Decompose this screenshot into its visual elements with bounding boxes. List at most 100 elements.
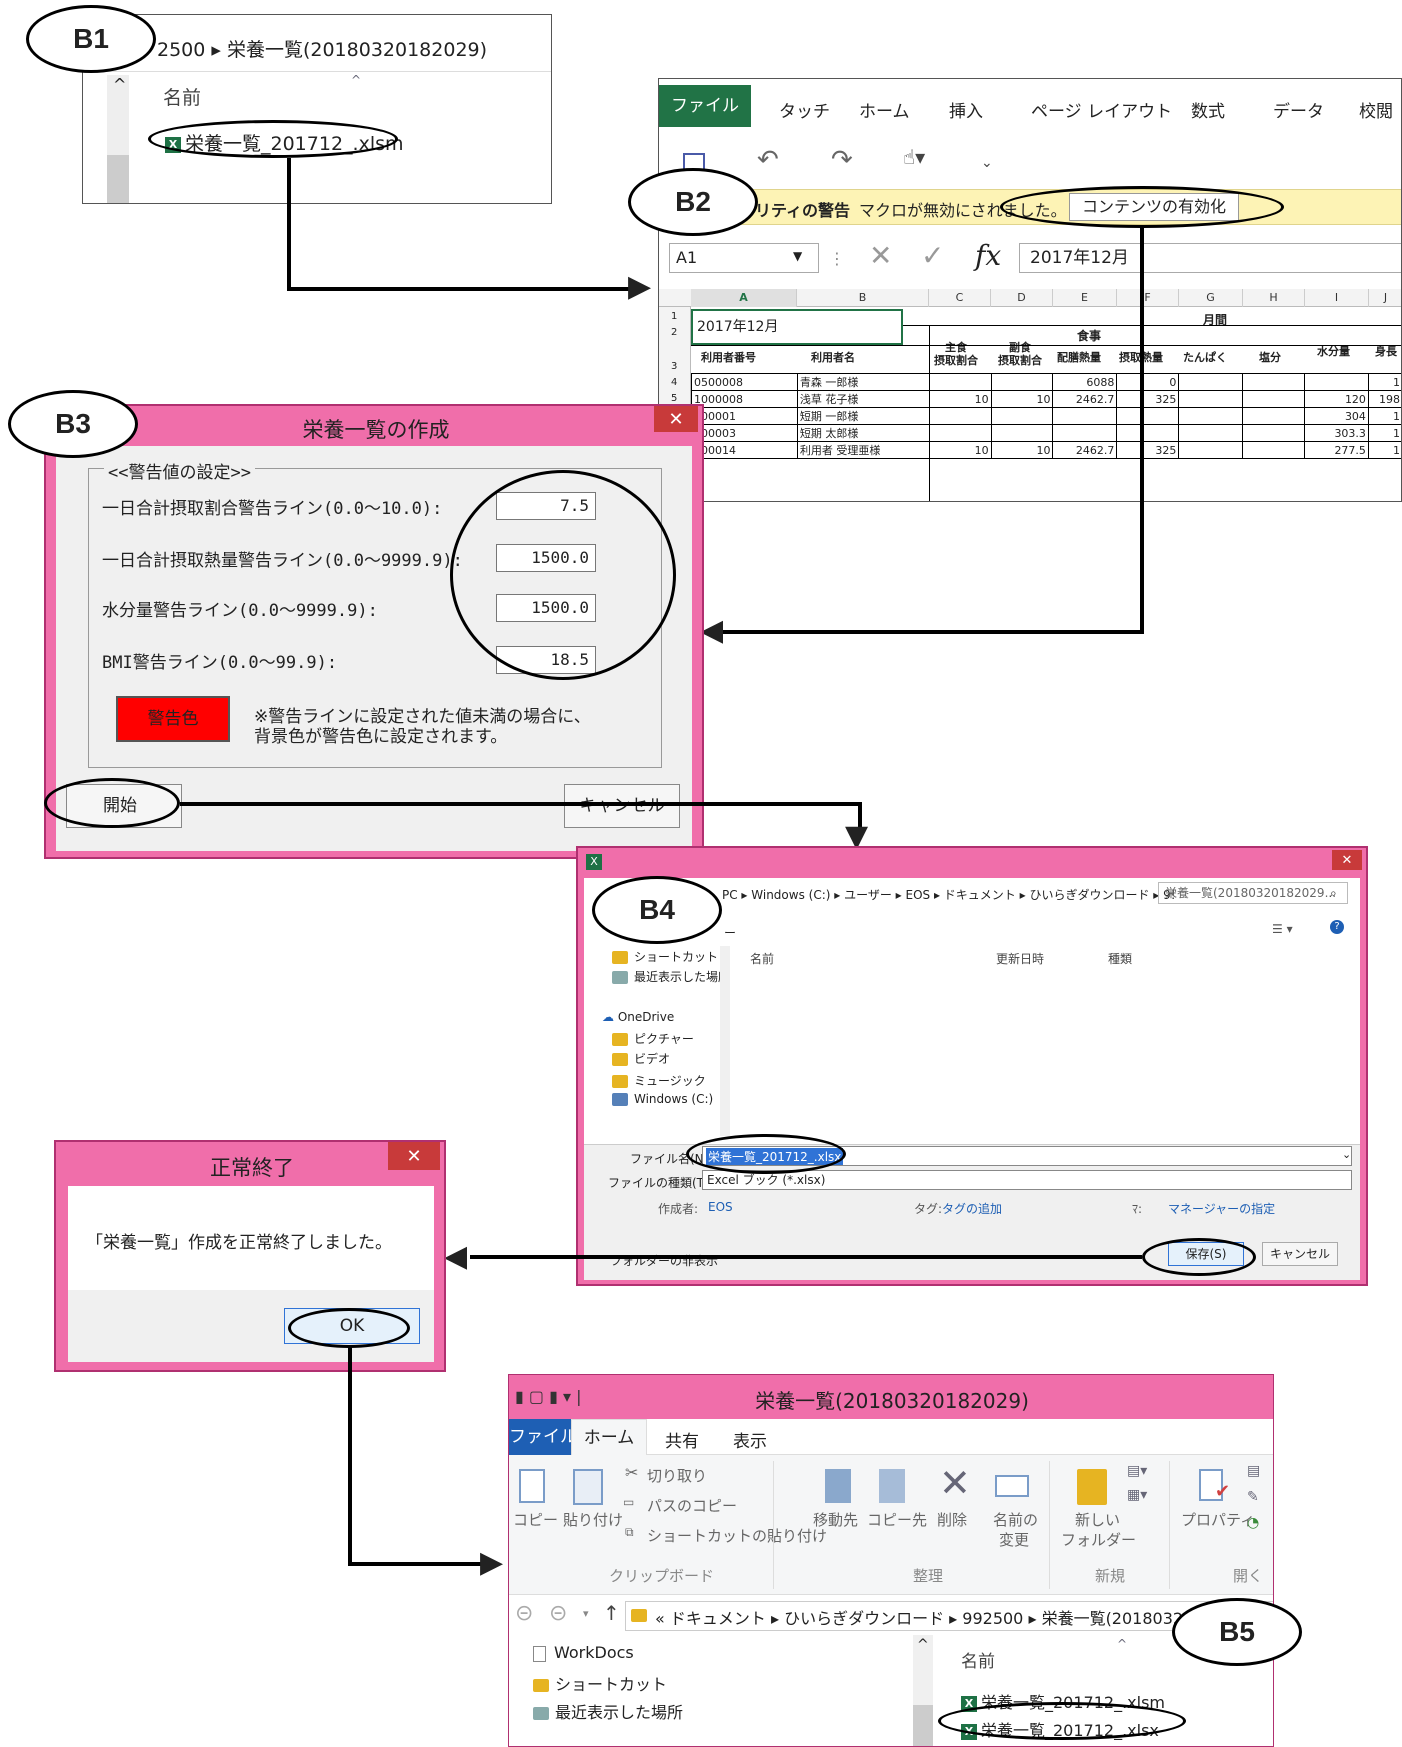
col-header-b[interactable]: B bbox=[797, 289, 929, 307]
table-cell[interactable] bbox=[1178, 407, 1244, 425]
nav-pictures[interactable]: ピクチャー bbox=[612, 1030, 694, 1047]
b5-new-folder-button-1[interactable]: 新しい bbox=[1075, 1509, 1120, 1530]
table-cell[interactable]: 10 bbox=[990, 441, 1054, 459]
tab-review[interactable]: 校閲 bbox=[1359, 97, 1393, 122]
b5-tab-home[interactable]: ホーム bbox=[571, 1419, 647, 1456]
table-cell[interactable]: 325 bbox=[1116, 390, 1180, 408]
table-cell[interactable] bbox=[1178, 424, 1244, 442]
tab-file[interactable]: ファイル bbox=[659, 85, 751, 127]
table-cell[interactable]: 120 bbox=[1304, 390, 1369, 408]
b3-close-button[interactable]: ✕ bbox=[654, 406, 698, 432]
table-cell[interactable]: 青森 一郎様 bbox=[796, 373, 930, 391]
b4-breadcrumb[interactable]: PC ▸ Windows (C:) ▸ ユーザー ▸ EOS ▸ ドキュメント … bbox=[722, 886, 1176, 903]
b5-paste-button[interactable]: 貼り付け bbox=[563, 1509, 623, 1530]
table-cell[interactable] bbox=[1178, 441, 1244, 459]
b5-cut-button[interactable]: 切り取り bbox=[647, 1465, 707, 1486]
history-icon[interactable]: ◔ bbox=[1247, 1515, 1259, 1531]
cell-a1[interactable]: 2017年12月 bbox=[691, 309, 903, 345]
tab-touch[interactable]: タッチ bbox=[779, 97, 830, 122]
enter-formula-icon[interactable]: ✓ bbox=[921, 239, 944, 272]
nav-music[interactable]: ミュージック bbox=[612, 1072, 706, 1089]
b3-cancel-button[interactable]: キャンセル bbox=[564, 784, 680, 828]
b5-move-to-button[interactable]: 移動先 bbox=[813, 1509, 858, 1530]
col-header-e[interactable]: E bbox=[1053, 289, 1117, 307]
table-cell[interactable] bbox=[1242, 424, 1306, 442]
scroll-up-icon[interactable]: ^ bbox=[113, 75, 126, 94]
row-header-4[interactable]: 4 bbox=[671, 377, 677, 388]
table-cell[interactable]: 700001 bbox=[691, 407, 798, 425]
sheet-grid[interactable]: A B C D E F G H I J 1 2 3 4 5 2017年12月 月… bbox=[659, 289, 1401, 501]
b5-copy-button[interactable]: コピー bbox=[513, 1509, 558, 1530]
chevron-down-icon[interactable]: ⌄ bbox=[1342, 1148, 1351, 1161]
table-cell[interactable]: 303.3 bbox=[1304, 424, 1369, 442]
table-cell[interactable] bbox=[990, 424, 1054, 442]
customize-qat-icon[interactable]: ⌄ bbox=[981, 155, 993, 171]
table-cell[interactable] bbox=[1242, 441, 1306, 459]
tab-data[interactable]: データ bbox=[1273, 97, 1324, 122]
table-cell[interactable]: 0500008 bbox=[691, 373, 798, 391]
help-icon[interactable]: ? bbox=[1330, 920, 1344, 934]
redo-icon[interactable]: ↷ bbox=[831, 145, 853, 175]
table-cell[interactable]: 短期 太郎様 bbox=[796, 424, 930, 442]
nav-windows-c[interactable]: Windows (C:) bbox=[612, 1092, 713, 1106]
table-cell[interactable]: 10 bbox=[928, 441, 992, 459]
b1-col-name[interactable]: 名前 bbox=[163, 83, 201, 110]
nav-shortcut[interactable]: ショートカット bbox=[612, 948, 718, 965]
table-cell[interactable]: 2462.7 bbox=[1052, 390, 1118, 408]
table-cell[interactable]: 利用者 受理亜様 bbox=[796, 441, 930, 459]
table-cell[interactable] bbox=[1304, 373, 1369, 391]
b4-filetype-select[interactable]: Excel ブック (*.xlsx) bbox=[702, 1170, 1352, 1190]
nav-recent[interactable]: 最近表示した場所 bbox=[612, 968, 730, 985]
row-header-5[interactable]: 5 bbox=[671, 393, 677, 404]
b4-col-date[interactable]: 更新日時 bbox=[996, 950, 1044, 967]
b4-col-type[interactable]: 種類 bbox=[1108, 950, 1132, 967]
table-row[interactable]: 600014 利用者 受理亜様 10 10 2462.7 325 277.5 1 bbox=[691, 441, 1401, 459]
b4-cancel-button[interactable]: キャンセル bbox=[1262, 1242, 1338, 1266]
table-cell[interactable]: 325 bbox=[1116, 441, 1180, 459]
data-table[interactable]: 0500008 青森 一郎様 6088 0 1 1000008 浅草 花子様 10 10 2462… bbox=[691, 373, 1401, 459]
table-cell[interactable] bbox=[1242, 373, 1306, 391]
b4-close-button[interactable]: ✕ bbox=[1332, 850, 1362, 870]
forward-icon[interactable]: ⊝ bbox=[549, 1601, 567, 1626]
search-icon[interactable]: ⌕ bbox=[1330, 886, 1337, 901]
table-cell[interactable] bbox=[990, 407, 1054, 425]
b5-delete-button[interactable]: 削除 bbox=[937, 1509, 967, 1530]
table-cell[interactable]: 10 bbox=[928, 390, 992, 408]
cancel-formula-icon[interactable]: ✕ bbox=[869, 239, 892, 272]
tab-insert[interactable]: 挿入 bbox=[949, 97, 983, 122]
col-header-g[interactable]: G bbox=[1179, 289, 1243, 307]
b5-tab-file[interactable]: ファイル bbox=[509, 1419, 577, 1455]
table-cell[interactable]: 1000008 bbox=[691, 390, 798, 408]
b4-search[interactable]: 栄養一覧(20180320182029... bbox=[1158, 882, 1348, 904]
view-options-icon[interactable]: ☰ ▾ bbox=[1272, 922, 1293, 936]
nav-videos[interactable]: ビデオ bbox=[612, 1050, 670, 1067]
formula-input[interactable]: 2017年12月 bbox=[1019, 243, 1401, 273]
col-header-i[interactable]: I bbox=[1305, 289, 1369, 307]
table-cell[interactable] bbox=[928, 373, 992, 391]
table-cell[interactable] bbox=[928, 424, 992, 442]
table-cell[interactable]: 1 bbox=[1367, 441, 1401, 459]
row-header-2[interactable]: 2 bbox=[671, 327, 677, 338]
open-icon[interactable]: ▤ bbox=[1247, 1463, 1260, 1479]
b5-nav-workdocs[interactable]: WorkDocs bbox=[533, 1643, 634, 1662]
b5-copy-to-button[interactable]: コピー先 bbox=[867, 1509, 927, 1530]
table-cell[interactable]: 1 bbox=[1367, 424, 1401, 442]
table-cell[interactable] bbox=[990, 373, 1054, 391]
tab-page-layout[interactable]: ページ レイアウト bbox=[1031, 97, 1172, 122]
nav-onedrive[interactable]: ☁ OneDrive bbox=[602, 1010, 674, 1024]
new-item-icon[interactable]: ▤▾ bbox=[1127, 1463, 1147, 1479]
table-row[interactable]: 700001 短期 一郎様 304 1 bbox=[691, 407, 1401, 425]
b5-tab-share[interactable]: 共有 bbox=[665, 1427, 699, 1452]
table-cell[interactable] bbox=[1116, 424, 1180, 442]
col-header-j[interactable]: J bbox=[1369, 289, 1401, 307]
undo-icon[interactable]: ↶ bbox=[757, 145, 779, 175]
table-cell[interactable] bbox=[1052, 407, 1118, 425]
b5-tab-view[interactable]: 表示 bbox=[733, 1427, 767, 1452]
table-cell[interactable] bbox=[1242, 407, 1306, 425]
easy-access-icon[interactable]: ▦▾ bbox=[1127, 1487, 1147, 1503]
recent-dropdown-icon[interactable]: ▾ bbox=[583, 1607, 589, 1620]
row-header-3[interactable]: 3 bbox=[671, 361, 677, 372]
table-cell[interactable]: 600014 bbox=[691, 441, 798, 459]
table-cell[interactable] bbox=[1178, 390, 1244, 408]
tab-formulas[interactable]: 数式 bbox=[1191, 97, 1225, 122]
